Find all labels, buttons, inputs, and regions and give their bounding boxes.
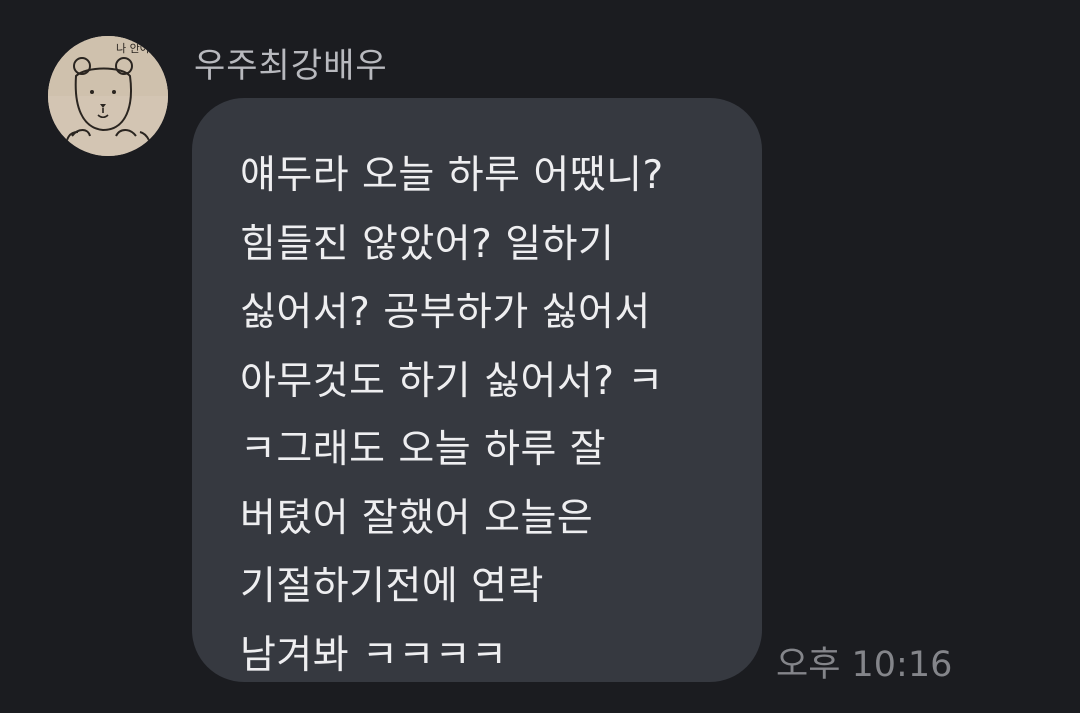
message-line: 싫어서? 공부하가 싫어서 xyxy=(240,290,651,335)
bear-drawing-icon: 나 안아 xyxy=(48,36,168,156)
message-line: 아무것도 하기 싫어서? ㅋ xyxy=(240,358,664,404)
message-line: ㅋ그래도 오늘 하루 잘 xyxy=(240,427,607,472)
svg-text:나 안아: 나 안아 xyxy=(116,42,150,55)
chat-area: 나 안아 우주최강배우 얘두라 오늘 하루 어땠니? 힘들진 않았어? 일하기 … xyxy=(0,0,1080,713)
avatar[interactable]: 나 안아 xyxy=(48,36,168,156)
message-timestamp: 오후 10:16 xyxy=(776,645,953,685)
message-text: 얘두라 오늘 하루 어땠니? 힘들진 않았어? 일하기 싫어서? 공부하가 싫어… xyxy=(240,142,664,690)
message-line: 버텼어 잘했어 오늘은 xyxy=(240,495,594,541)
message-line: 힘들진 않았어? 일하기 xyxy=(240,221,615,267)
message-bubble[interactable]: 얘두라 오늘 하루 어땠니? 힘들진 않았어? 일하기 싫어서? 공부하가 싫어… xyxy=(192,98,762,682)
message-line: 얘두라 오늘 하루 어땠니? xyxy=(240,153,664,198)
message-line: 남겨봐 ㅋㅋㅋㅋ xyxy=(240,632,508,678)
sender-name: 우주최강배우 xyxy=(194,46,388,86)
message-line: 기절하기전에 연락 xyxy=(240,564,544,609)
